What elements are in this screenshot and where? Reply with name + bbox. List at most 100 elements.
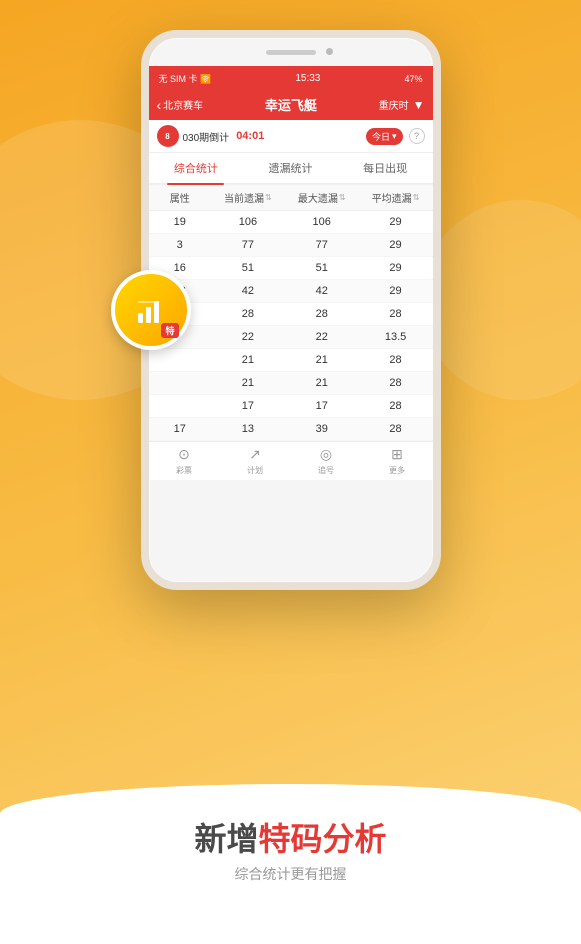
td-attr [149,377,211,389]
nav-right-label: 重庆时 [379,97,409,112]
lottery-icon: ⊙ [178,446,190,463]
table-row: 15 28 28 28 [149,303,433,326]
title-normal: 新增 [194,821,258,857]
title-highlight: 特码分析 [259,821,387,857]
tab-missing-label: 遗漏统计 [269,163,313,175]
td-attr [149,354,211,366]
bottom-nav-plan[interactable]: ↗ 计划 [220,446,291,476]
nav-bar: ‹ 北京赛车 幸运飞艇 重庆时 ▼ [149,89,433,120]
table-row: 18 42 42 29 [149,280,433,303]
td-max: 106 [285,216,359,228]
bottom-nav-lottery[interactable]: ⊙ 彩票 [149,446,220,476]
help-button[interactable]: ? [409,128,425,144]
td-max: 21 [285,377,359,389]
lottery-logo: 8 [157,125,179,147]
td-max: 21 [285,354,359,366]
nav-right-section[interactable]: 重庆时 ▼ [379,97,425,112]
td-current: 51 [211,262,285,274]
sort-icon-avg: ⇅ [413,193,420,202]
td-max: 39 [285,423,359,435]
td-avg: 29 [359,239,433,251]
tab-comprehensive[interactable]: 综合统计 [149,153,244,183]
status-time: 15:33 [295,73,320,84]
td-attr [149,400,211,412]
td-avg: 28 [359,354,433,366]
table-row: 22 22 13.5 [149,326,433,349]
td-avg: 29 [359,262,433,274]
chart-bar-icon [136,295,166,325]
td-max: 22 [285,331,359,343]
today-button[interactable]: 今日 ▾ [366,128,403,145]
td-current: 77 [211,239,285,251]
bottom-nav-lottery-label: 彩票 [176,465,192,476]
sub-title: 综合统计更有把握 [0,864,581,884]
col-header-current[interactable]: 当前遗漏 ⇅ [211,190,285,205]
dropdown-icon: ▼ [413,98,425,112]
today-label: 今日 [372,130,390,143]
td-avg: 29 [359,285,433,297]
bottom-nav-plan-label: 计划 [247,465,263,476]
bottom-nav-chase-label: 追号 [318,465,334,476]
nav-back-label: 北京赛车 [163,97,203,112]
td-current: 13 [211,423,285,435]
sort-icon-current: ⇅ [265,193,272,202]
more-icon: ⊞ [391,446,403,463]
bg-circle-right [421,200,581,400]
nav-back-button[interactable]: ‹ 北京赛车 [157,97,204,113]
status-signal: 无 SIM 卡 🛜 [159,72,212,85]
today-dropdown-icon: ▾ [392,131,397,142]
nav-title: 幸运飞艇 [265,95,317,114]
badge-text: 特 [161,323,178,338]
td-attr: 17 [149,423,211,435]
col-header-max[interactable]: 最大遗漏 ⇅ [285,190,359,205]
table-row: 21 21 28 [149,349,433,372]
td-attr: 3 [149,239,211,251]
bottom-nav: ⊙ 彩票 ↗ 计划 ◎ 追号 ⊞ 更多 [149,441,433,480]
bottom-nav-chase[interactable]: ◎ 追号 [291,446,362,476]
tab-daily[interactable]: 每日出现 [338,153,433,183]
content-area: 8 030期倒计 04:01 今日 ▾ ? 综合统计 [149,120,433,480]
period-bar: 8 030期倒计 04:01 今日 ▾ ? [149,120,433,153]
tab-missing[interactable]: 遗漏统计 [243,153,338,183]
table-row: 16 51 51 29 [149,257,433,280]
td-max: 17 [285,400,359,412]
td-max: 51 [285,262,359,274]
help-icon: ? [414,131,419,141]
back-arrow-icon: ‹ [157,97,162,113]
table-body: 19 106 106 29 3 77 77 29 16 51 51 29 18 … [149,211,433,441]
td-attr: 19 [149,216,211,228]
countdown-timer: 04:01 [236,130,264,142]
lottery-logo-text: 8 [165,132,169,141]
bottom-nav-more-label: 更多 [389,465,405,476]
table-row: 19 106 106 29 [149,211,433,234]
data-table: 属性 当前遗漏 ⇅ 最大遗漏 ⇅ 平均遗漏 ⇅ [149,185,433,441]
table-row: 17 13 39 28 [149,418,433,441]
td-avg: 29 [359,216,433,228]
td-current: 21 [211,354,285,366]
td-current: 28 [211,308,285,320]
table-row: 21 21 28 [149,372,433,395]
tab-comprehensive-label: 综合统计 [174,163,218,175]
td-avg: 28 [359,423,433,435]
status-bar: 无 SIM 卡 🛜 15:33 47% [149,66,433,89]
td-current: 22 [211,331,285,343]
td-avg: 13.5 [359,331,433,343]
td-avg: 28 [359,400,433,412]
td-max: 28 [285,308,359,320]
chase-icon: ◎ [320,446,332,463]
td-current: 106 [211,216,285,228]
td-max: 77 [285,239,359,251]
col-header-avg[interactable]: 平均遗漏 ⇅ [359,190,433,205]
td-max: 42 [285,285,359,297]
table-row: 3 77 77 29 [149,234,433,257]
table-row: 17 17 28 [149,395,433,418]
td-current: 17 [211,400,285,412]
td-current: 42 [211,285,285,297]
bottom-nav-more[interactable]: ⊞ 更多 [362,446,433,476]
plan-icon: ↗ [249,446,261,463]
td-avg: 28 [359,377,433,389]
sort-icon-max: ⇅ [339,193,346,202]
phone-mockup: 无 SIM 卡 🛜 15:33 47% ‹ 北京赛车 幸运飞艇 重庆时 ▼ 8 [141,30,441,590]
table-header: 属性 当前遗漏 ⇅ 最大遗漏 ⇅ 平均遗漏 ⇅ [149,185,433,211]
period-right: 今日 ▾ ? [366,128,425,145]
